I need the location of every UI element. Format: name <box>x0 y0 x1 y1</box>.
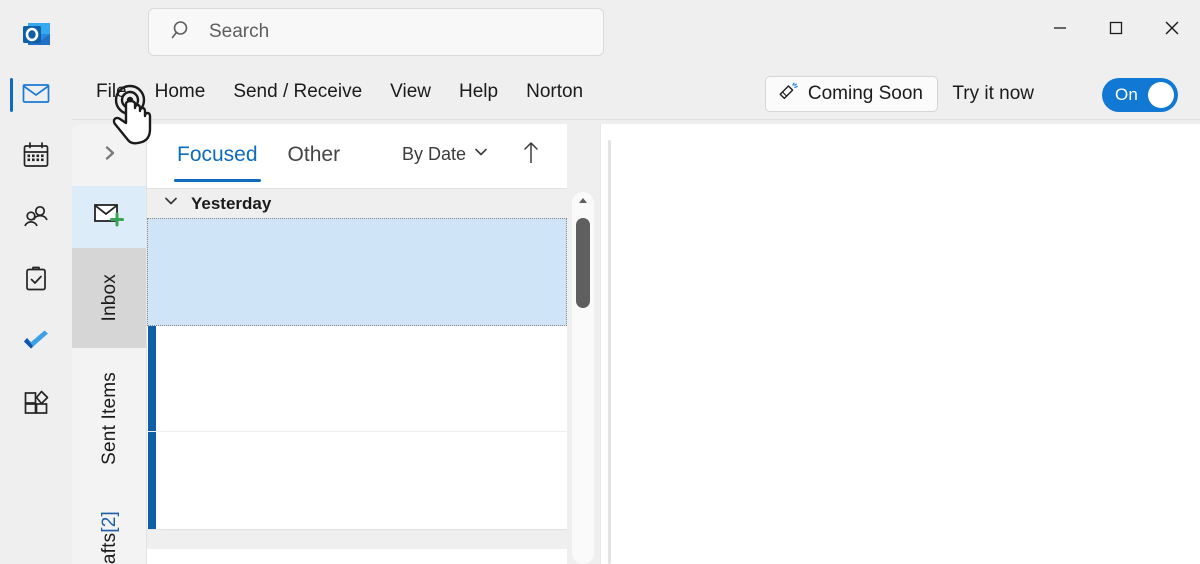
scrollbar-thumb[interactable] <box>576 218 590 308</box>
maximize-button[interactable] <box>1088 0 1144 56</box>
new-mail-plus-icon <box>93 200 127 235</box>
close-button[interactable] <box>1144 0 1200 56</box>
folder-label-drafts: Drafts[2] <box>98 511 120 564</box>
outlook-window: Search File Home Send / Receive View Hel… <box>0 0 1200 564</box>
title-bar: Search <box>0 0 1200 64</box>
folder-item-sent-items[interactable]: Sent Items <box>72 348 146 488</box>
menu-item-help[interactable]: Help <box>445 75 512 109</box>
chevron-right-icon <box>101 144 119 167</box>
folder-label-inbox: Inbox <box>98 274 120 322</box>
coming-soon-label: Coming Soon <box>807 83 923 104</box>
folder-item-inbox[interactable]: Inbox <box>72 248 146 348</box>
sort-by-label: By Date <box>401 144 466 164</box>
menu-item-norton[interactable]: Norton <box>512 75 597 109</box>
scroll-up-arrow-icon <box>576 194 590 213</box>
tab-focused[interactable]: Focused <box>174 136 261 182</box>
tab-other[interactable]: Other <box>288 136 341 176</box>
group-title-text: Yesterday <box>191 193 272 213</box>
message-row-unread-1[interactable] <box>147 326 567 431</box>
message-list-scrollbar[interactable] <box>572 192 594 564</box>
nav-item-tasks[interactable] <box>0 250 72 312</box>
group-header-yesterday[interactable]: Yesterday <box>147 188 567 218</box>
menu-item-view[interactable]: View <box>376 75 445 109</box>
todo-checkmark-icon <box>21 326 51 361</box>
folder-item-drafts[interactable]: Drafts[2] <box>72 488 146 564</box>
scroll-up-button[interactable] <box>572 192 594 214</box>
arrow-up-icon <box>521 142 541 170</box>
search-icon <box>171 19 193 46</box>
new-mail-button[interactable] <box>72 186 146 248</box>
try-it-now-label: Try it now <box>952 83 1034 104</box>
folder-label-sent-items: Sent Items <box>98 371 120 465</box>
calendar-icon <box>21 140 51 175</box>
nav-rail <box>0 64 72 564</box>
search-placeholder-text: Search <box>209 21 270 42</box>
nav-active-indicator <box>10 78 13 112</box>
message-list-pane: Focused Other By Date Yesterday <box>147 124 567 564</box>
coming-soon-button[interactable]: Coming Soon <box>764 76 938 112</box>
outlook-logo-icon <box>18 14 58 54</box>
folder-pane: Inbox Sent Items Drafts[2] <box>72 124 147 564</box>
menu-item-home[interactable]: Home <box>141 75 220 109</box>
chevron-down-icon <box>473 144 489 165</box>
nav-item-calendar[interactable] <box>0 126 72 188</box>
reading-pane <box>600 124 1200 564</box>
pane-splitter[interactable] <box>608 140 611 564</box>
nav-item-people[interactable] <box>0 188 72 250</box>
message-row-selected[interactable] <box>147 218 567 326</box>
megaphone-icon <box>777 81 799 108</box>
group-header-next[interactable] <box>147 529 567 549</box>
mail-icon <box>21 78 51 113</box>
window-controls <box>1032 0 1200 56</box>
focused-other-tabs: Focused Other By Date <box>147 124 567 188</box>
chevron-down-icon <box>163 193 179 214</box>
sort-direction-button[interactable] <box>521 140 541 171</box>
nav-item-todo[interactable] <box>0 312 72 374</box>
expand-folder-pane-button[interactable] <box>72 124 146 186</box>
message-row-unread-2[interactable] <box>147 431 567 529</box>
search-input[interactable]: Search <box>148 8 604 56</box>
menu-bar: File Home Send / Receive View Help Norto… <box>0 64 1200 120</box>
apps-icon <box>21 388 51 423</box>
nav-item-mail[interactable] <box>0 64 72 126</box>
clipboard-check-icon <box>21 264 51 299</box>
people-icon <box>21 202 51 237</box>
nav-item-more-apps[interactable] <box>0 374 72 436</box>
menu-item-list: File Home Send / Receive View Help Norto… <box>82 64 597 120</box>
try-it-now-toggle[interactable]: On <box>1102 78 1178 112</box>
minimize-button[interactable] <box>1032 0 1088 56</box>
toggle-knob <box>1148 82 1174 108</box>
menu-item-file[interactable]: File <box>82 75 141 109</box>
toggle-state-label: On <box>1115 85 1139 104</box>
menu-item-send-receive[interactable]: Send / Receive <box>219 75 376 109</box>
sort-by-dropdown[interactable]: By Date <box>402 144 489 165</box>
